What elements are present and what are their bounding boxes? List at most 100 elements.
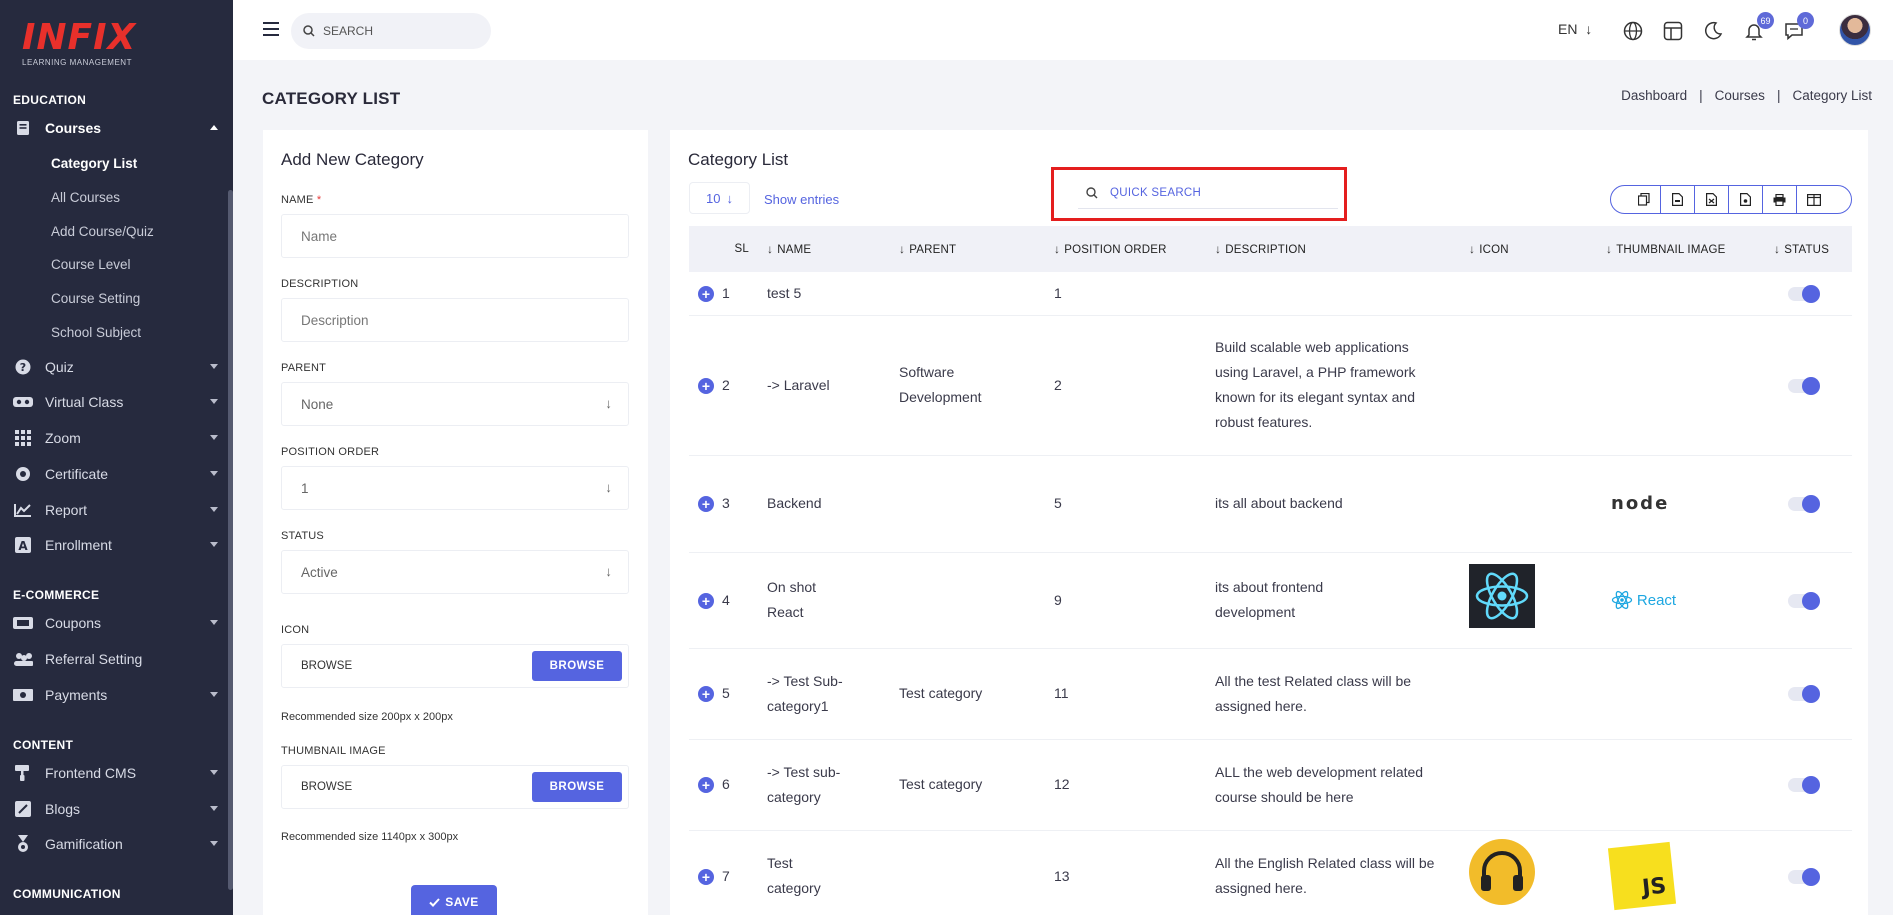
sidebar-item-label: Quiz: [45, 359, 74, 375]
expand-row-icon[interactable]: +: [698, 868, 714, 885]
sidebar-item-blogs[interactable]: Blogs: [13, 797, 218, 821]
cell-sl: 7: [722, 867, 730, 884]
save-label: SAVE: [445, 895, 479, 909]
cell-sl: 6: [722, 776, 730, 792]
sidebar-item-gamification[interactable]: Gamification: [13, 832, 218, 856]
status-select[interactable]: Active ↓: [281, 550, 629, 594]
status-toggle[interactable]: [1788, 376, 1820, 395]
search-input[interactable]: [323, 24, 473, 38]
check-icon: [429, 897, 441, 907]
sidebar-sub-add-course[interactable]: Add Course/Quiz: [51, 224, 154, 239]
position-order-select[interactable]: 1 ↓: [281, 466, 629, 510]
parent-select[interactable]: None ↓: [281, 382, 629, 426]
cell-position: 2: [1050, 315, 1211, 456]
chat-icon[interactable]: 0: [1782, 12, 1814, 43]
expand-row-icon[interactable]: +: [698, 592, 714, 609]
arrow-down-icon: ↓: [605, 564, 612, 579]
sidebar-item-payments[interactable]: Payments: [13, 683, 218, 707]
entries-select[interactable]: 10 ↓: [689, 182, 750, 214]
section-communication: COMMUNICATION: [13, 887, 121, 901]
quick-search-input[interactable]: [1110, 186, 1310, 199]
avatar[interactable]: [1839, 14, 1871, 46]
status-toggle[interactable]: [1788, 685, 1820, 704]
cell-name: test 5: [763, 272, 895, 316]
cell-description: its all about backend: [1211, 455, 1465, 553]
sidebar-item-referral-setting[interactable]: Referral Setting: [13, 647, 218, 671]
column-header-sl[interactable]: SL: [689, 226, 763, 272]
column-header-parent[interactable]: ↓ PARENT: [895, 226, 1050, 272]
sidebar-sub-category-list[interactable]: Category List: [51, 156, 137, 171]
status-toggle[interactable]: [1788, 591, 1820, 610]
language-select[interactable]: EN ↓: [1558, 21, 1592, 37]
print-icon[interactable]: [1763, 186, 1797, 213]
status-toggle[interactable]: [1788, 495, 1820, 514]
moon-icon[interactable]: [1701, 19, 1725, 43]
columns-icon[interactable]: [1797, 186, 1831, 213]
status-toggle[interactable]: [1788, 776, 1820, 795]
cell-description: Build scalable web applications using La…: [1211, 315, 1465, 456]
sidebar-sub-course-setting[interactable]: Course Setting: [51, 291, 140, 306]
logo[interactable]: INFIX LEARNING MANAGEMENT: [22, 18, 142, 73]
description-field[interactable]: [281, 298, 629, 342]
sidebar-item-report[interactable]: Report: [13, 498, 218, 522]
thumbnail-file-field[interactable]: BROWSE BROWSE: [281, 765, 629, 809]
chevron-down-icon: [210, 770, 218, 775]
menu-icon[interactable]: [263, 22, 279, 36]
status-toggle[interactable]: [1788, 867, 1820, 886]
top-search[interactable]: [291, 13, 491, 49]
breadcrumb-separator: |: [1699, 88, 1703, 103]
chevron-down-icon: [210, 542, 218, 547]
chevron-down-icon: [210, 471, 218, 476]
icon-file-field[interactable]: BROWSE BROWSE: [281, 644, 629, 688]
sidebar-sub-all-courses[interactable]: All Courses: [51, 190, 120, 205]
description-input[interactable]: [301, 312, 601, 328]
breadcrumb-courses[interactable]: Courses: [1715, 88, 1765, 103]
bell-icon[interactable]: 69: [1742, 12, 1774, 43]
sidebar-scrollbar[interactable]: [228, 190, 233, 890]
sort-arrow-icon: ↓: [1054, 242, 1061, 256]
sidebar-sub-school-subject[interactable]: School Subject: [51, 325, 141, 340]
notification-badge: 69: [1757, 12, 1774, 29]
sidebar-item-zoom[interactable]: Zoom: [13, 426, 218, 450]
copy-icon[interactable]: [1627, 186, 1661, 213]
expand-row-icon[interactable]: +: [698, 777, 714, 794]
thumbnail-size-hint: Recommended size 1140px x 300px: [281, 831, 459, 843]
sidebar-item-coupons[interactable]: Coupons: [13, 611, 218, 635]
cell-position: 1: [1050, 272, 1211, 316]
status-toggle[interactable]: [1788, 285, 1820, 304]
column-header-status[interactable]: ↓ STATUS: [1770, 226, 1852, 272]
excel-icon[interactable]: [1695, 186, 1729, 213]
sidebar-item-virtual-class[interactable]: Virtual Class: [13, 390, 218, 414]
column-header-description[interactable]: ↓ DESCRIPTION: [1211, 226, 1465, 272]
question-icon: ?: [13, 359, 33, 375]
expand-row-icon[interactable]: +: [698, 686, 714, 703]
name-input[interactable]: [301, 228, 601, 244]
layout-icon[interactable]: [1661, 19, 1685, 43]
column-header-thumbnail[interactable]: ↓ THUMBNAIL IMAGE: [1602, 226, 1770, 272]
sidebar-item-enrollment[interactable]: A Enrollment: [13, 533, 218, 557]
column-header-name[interactable]: ↓ NAME: [763, 226, 895, 272]
expand-row-icon[interactable]: +: [698, 496, 714, 513]
expand-row-icon[interactable]: +: [698, 377, 714, 394]
sidebar-item-courses[interactable]: Courses: [13, 116, 218, 140]
sidebar-item-label: Gamification: [45, 836, 123, 852]
thumbnail-browse-button[interactable]: BROWSE: [532, 772, 622, 802]
sidebar-item-certificate[interactable]: Certificate: [13, 462, 218, 486]
sidebar-item-frontend-cms[interactable]: Frontend CMS: [13, 761, 218, 785]
cell-icon: [1465, 648, 1602, 740]
cell-name: -> Test sub-category: [763, 739, 895, 831]
breadcrumb-dashboard[interactable]: Dashboard: [1621, 88, 1687, 103]
sidebar-sub-course-level[interactable]: Course Level: [51, 257, 131, 272]
globe-icon[interactable]: [1621, 19, 1645, 43]
sidebar-item-quiz[interactable]: ? Quiz: [13, 355, 218, 379]
csv-icon[interactable]: [1661, 186, 1695, 213]
icon-browse-button[interactable]: BROWSE: [532, 651, 622, 681]
column-header-position-order[interactable]: ↓ POSITION ORDER: [1050, 226, 1211, 272]
chevron-down-icon: [210, 435, 218, 440]
expand-row-icon[interactable]: +: [698, 286, 714, 303]
pdf-icon[interactable]: [1729, 186, 1763, 213]
save-button[interactable]: SAVE: [411, 885, 497, 915]
column-header-icon[interactable]: ↓ ICON: [1465, 226, 1602, 272]
name-field[interactable]: [281, 214, 629, 258]
quick-search-field[interactable]: [1078, 177, 1338, 209]
